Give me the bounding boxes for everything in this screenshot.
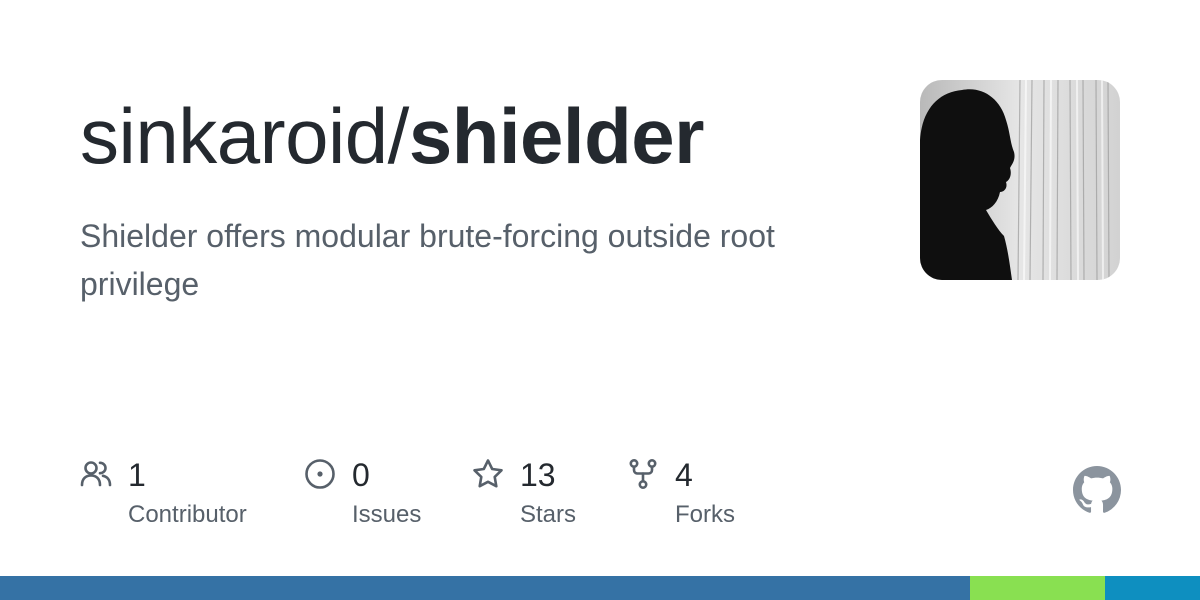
stat-value: 4 (675, 457, 693, 493)
repo-description: Shielder offers modular brute-forcing ou… (80, 218, 775, 302)
language-segment-1 (969, 576, 1106, 600)
stat-label: Contributor (128, 501, 247, 528)
owner-avatar[interactable] (920, 80, 1120, 280)
language-bar (0, 576, 1200, 600)
star-icon (472, 458, 504, 490)
issue-opened-icon (304, 458, 336, 490)
repo-owner[interactable]: sinkaroid/ (80, 92, 409, 180)
repo-name[interactable]: shielder (409, 92, 705, 180)
stat-label: Forks (675, 501, 735, 528)
stat-value: 1 (128, 457, 146, 493)
repo-title[interactable]: sinkaroid/shielder (80, 88, 704, 184)
language-segment-0 (0, 576, 970, 600)
language-segment-2 (1105, 576, 1200, 600)
github-mark-icon[interactable] (1073, 466, 1121, 514)
stat-value: 0 (352, 457, 370, 493)
stat-value: 13 (520, 457, 556, 493)
repo-forked-icon (627, 458, 659, 490)
stat-label: Issues (352, 501, 422, 528)
stat-label: Stars (520, 501, 577, 528)
people-icon (80, 458, 112, 490)
